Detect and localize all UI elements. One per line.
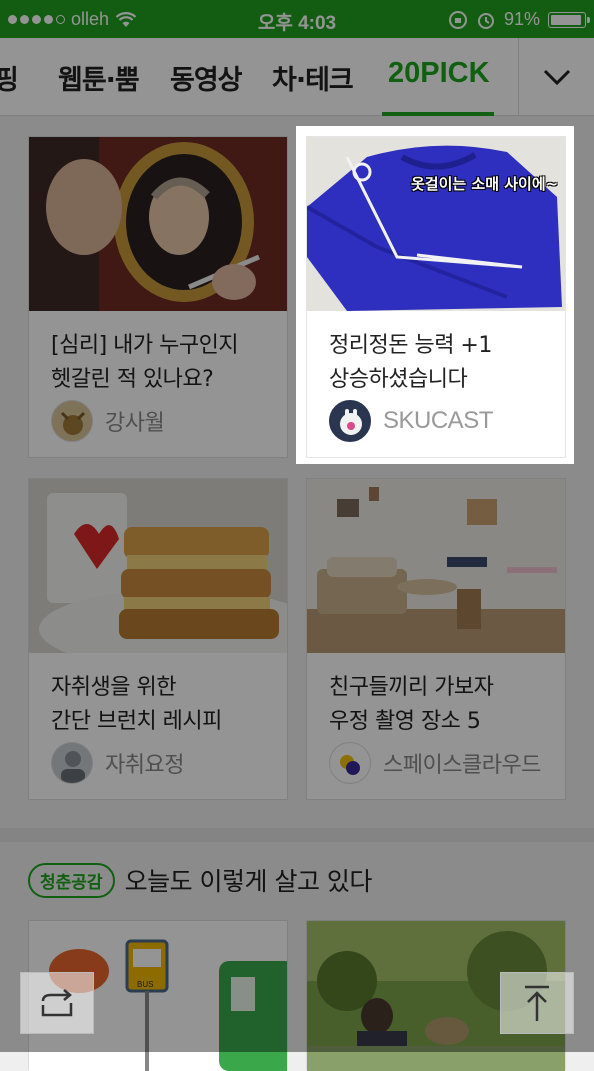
article-author: 강사월 bbox=[51, 400, 165, 442]
tab-pick[interactable]: 핑 bbox=[0, 58, 19, 97]
share-icon bbox=[41, 989, 73, 1017]
article-title: [심리] 내가 누구인지 헷갈린 적 있나요? bbox=[51, 333, 239, 392]
battery-percent: 91% bbox=[503, 9, 540, 29]
image-caption: 옷걸이는 소매 사이에~ bbox=[411, 175, 559, 193]
article-thumbnail bbox=[307, 479, 565, 653]
tab-video[interactable]: 동영상 bbox=[170, 58, 243, 97]
tab-20pick[interactable]: 20PICK bbox=[388, 57, 490, 90]
article-card-highlighted[interactable]: 옷걸이는 소매 사이에~ 정리정돈 능력 +1 상승하셨습니다 SKUCAST bbox=[306, 136, 566, 458]
section-title: 오늘도 이렇게 살고 있다 bbox=[124, 867, 373, 896]
alarm-icon bbox=[477, 12, 494, 29]
avatar bbox=[51, 400, 93, 442]
section-header: 청춘공감 오늘도 이렇게 살고 있다 bbox=[28, 862, 372, 898]
scroll-top-button[interactable] bbox=[500, 972, 574, 1034]
article-thumbnail: 옷걸이는 소매 사이에~ bbox=[307, 137, 565, 311]
article-title: 정리정돈 능력 +1 상승하셨습니다 bbox=[329, 333, 492, 392]
scroll-top-icon bbox=[525, 985, 549, 1021]
article-thumbnail bbox=[29, 479, 287, 653]
section-divider bbox=[0, 828, 594, 842]
chevron-down-icon bbox=[543, 69, 570, 86]
share-button[interactable] bbox=[20, 972, 94, 1034]
article-card[interactable]: [심리] 내가 누구인지 헷갈린 적 있나요? 강사월 bbox=[28, 136, 288, 458]
article-title: 친구들끼리 가보자 우정 촬영 장소 5 bbox=[329, 675, 494, 734]
tab-more-button[interactable] bbox=[518, 38, 594, 116]
status-bar: olleh 오후 4:03 91% bbox=[0, 0, 594, 38]
article-author: SKUCAST bbox=[329, 400, 493, 442]
section-badge[interactable]: 청춘공감 bbox=[28, 862, 115, 898]
battery-icon bbox=[548, 11, 590, 28]
avatar bbox=[329, 400, 371, 442]
article-card[interactable]: 친구들끼리 가보자 우정 촬영 장소 5 스페이스클라우드 bbox=[306, 478, 566, 800]
avatar bbox=[329, 742, 371, 784]
avatar bbox=[51, 742, 93, 784]
article-title: 자취생을 위한 간단 브런치 레시피 bbox=[51, 675, 222, 734]
active-tab-indicator bbox=[382, 112, 494, 116]
article-author: 자취요정 bbox=[51, 742, 184, 784]
bus-sign-label: BUS bbox=[137, 980, 154, 989]
category-tab-bar: 핑 웹툰·뿜 동영상 차·테크 20PICK bbox=[0, 38, 594, 116]
article-card[interactable]: 자취생을 위한 간단 브런치 레시피 자취요정 bbox=[28, 478, 288, 800]
tab-car-tech[interactable]: 차·테크 bbox=[272, 58, 354, 97]
rotation-lock-icon bbox=[448, 10, 467, 29]
article-thumbnail bbox=[29, 137, 287, 311]
article-author: 스페이스클라우드 bbox=[329, 742, 541, 784]
tab-webtoon[interactable]: 웹툰·뿜 bbox=[58, 58, 140, 97]
